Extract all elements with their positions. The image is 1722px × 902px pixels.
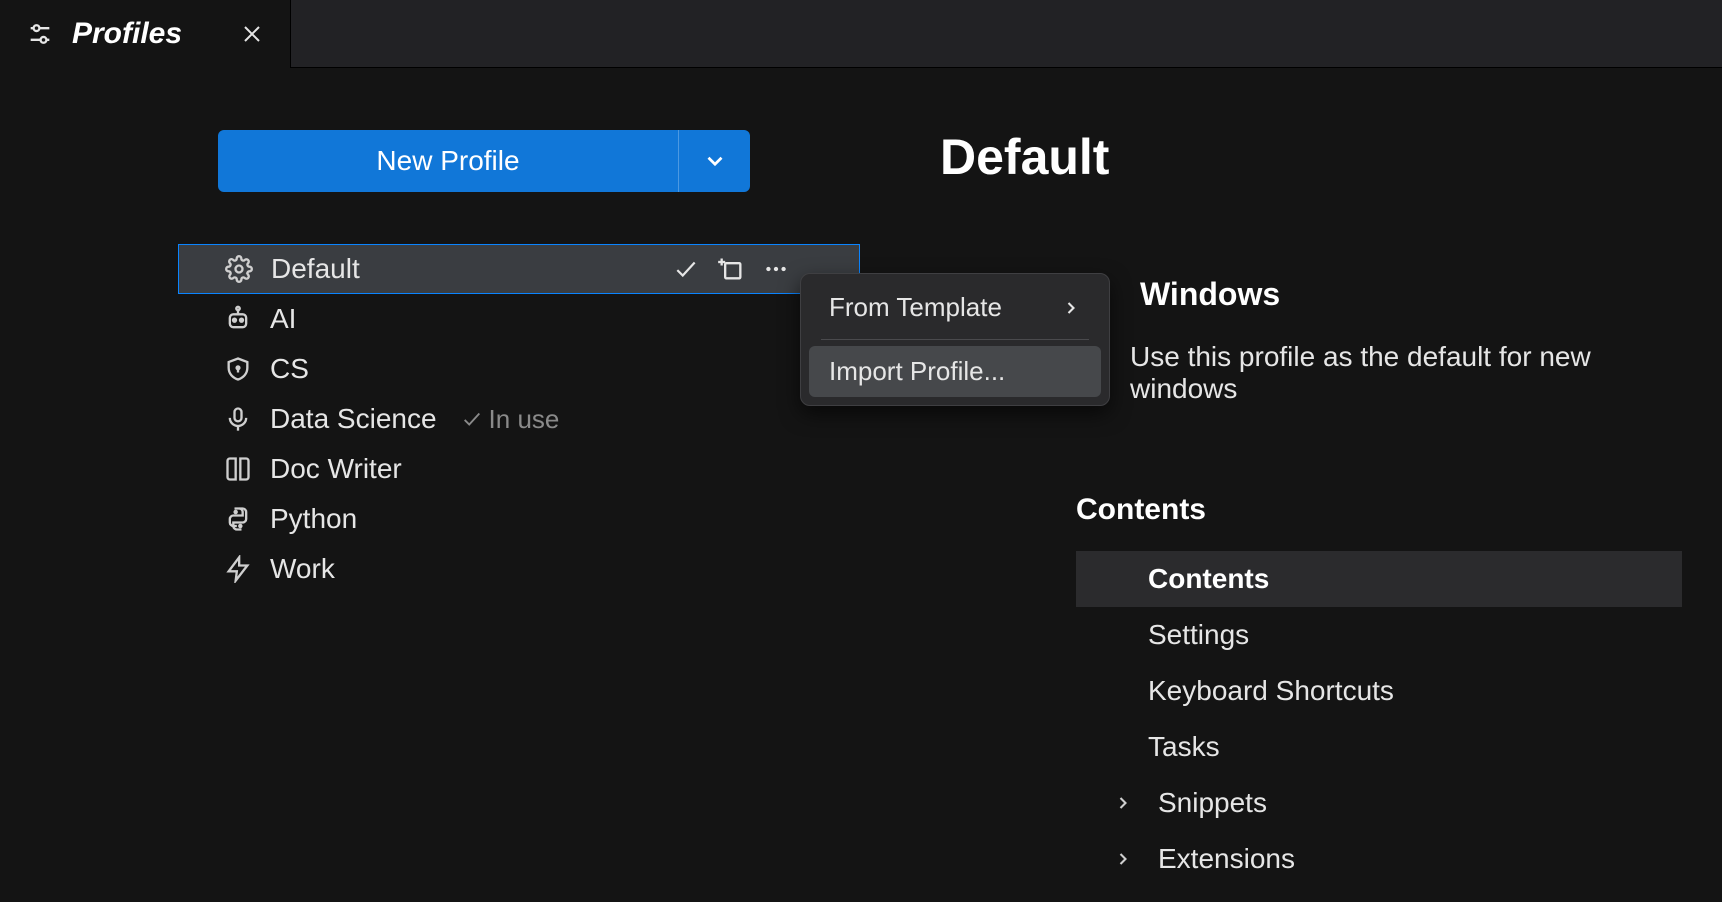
new-profile-button[interactable]: New Profile [218,130,678,192]
menu-item-import-profile[interactable]: Import Profile... [809,346,1101,397]
close-icon[interactable] [240,22,264,46]
profile-details: Default Windows Use this profile as the … [860,68,1722,902]
profile-label: Default [271,253,360,285]
new-profile-dropdown-button[interactable] [678,130,750,192]
menu-divider [821,339,1089,340]
contents-item-label: Snippets [1158,787,1267,819]
tab-bar: Profiles [0,0,1722,68]
gear-icon [223,253,255,285]
profile-title: Default [940,128,1682,186]
profiles-sidebar: New Profile Default [0,68,860,902]
profile-label: CS [270,353,309,385]
tab-profiles[interactable]: Profiles [0,0,291,68]
chevron-right-icon [1110,793,1136,813]
contents-item-extensions[interactable]: Extensions [1076,831,1682,887]
use-profile-button[interactable] [673,255,699,283]
robot-icon [222,303,254,335]
book-icon [222,453,254,485]
contents-item-snippets[interactable]: Snippets [1076,775,1682,831]
use-default-label: Use this profile as the default for new … [1130,341,1682,405]
tab-bar-empty [291,0,1722,68]
profile-label: AI [270,303,296,335]
profile-label: Data Science [270,403,437,435]
windows-header: Windows [1140,276,1682,313]
contents-item-label: Extensions [1158,843,1295,875]
shield-icon [222,353,254,385]
profile-item-ai[interactable]: AI [178,294,860,344]
profile-item-cs[interactable]: CS [178,344,860,394]
contents-list: Contents Settings Keyboard Shortcuts Tas… [1076,551,1682,887]
in-use-badge: In use [461,404,560,435]
more-actions-button[interactable] [763,255,789,283]
profile-item-default[interactable]: Default [178,244,860,294]
profile-item-data-science[interactable]: Data Science In use [178,394,860,444]
tab-title: Profiles [72,17,222,51]
contents-item-label: Keyboard Shortcuts [1148,675,1394,707]
profile-item-work[interactable]: Work [178,544,860,594]
bolt-icon [222,553,254,585]
profile-item-doc-writer[interactable]: Doc Writer [178,444,860,494]
snake-icon [222,503,254,535]
chevron-down-icon [702,148,728,174]
profile-item-python[interactable]: Python [178,494,860,544]
in-use-text: In use [489,404,560,435]
profile-list: Default AI [0,244,860,594]
use-default-row: Use this profile as the default for new … [1076,341,1682,405]
contents-item-contents[interactable]: Contents [1076,551,1682,607]
settings-sliders-icon [26,20,54,48]
chevron-right-icon [1110,849,1136,869]
contents-item-keyboard[interactable]: Keyboard Shortcuts [1076,663,1682,719]
profile-label: Doc Writer [270,453,402,485]
menu-item-from-template[interactable]: From Template [809,282,1101,333]
contents-item-tasks[interactable]: Tasks [1076,719,1682,775]
new-profile-dropdown-menu: From Template Import Profile... [800,273,1110,406]
menu-item-label: From Template [829,292,1002,323]
new-profile-split-button: New Profile [218,130,750,192]
contents-item-label: Settings [1148,619,1249,651]
profile-label: Work [270,553,335,585]
content-area: New Profile Default [0,68,1722,902]
contents-item-label: Tasks [1148,731,1220,763]
mic-icon [222,403,254,435]
contents-header: Contents [1076,493,1682,527]
profile-label: Python [270,503,357,535]
contents-item-label: Contents [1148,563,1269,595]
chevron-right-icon [1061,298,1081,318]
menu-item-label: Import Profile... [829,356,1005,387]
new-window-button[interactable] [717,255,745,283]
contents-item-settings[interactable]: Settings [1076,607,1682,663]
